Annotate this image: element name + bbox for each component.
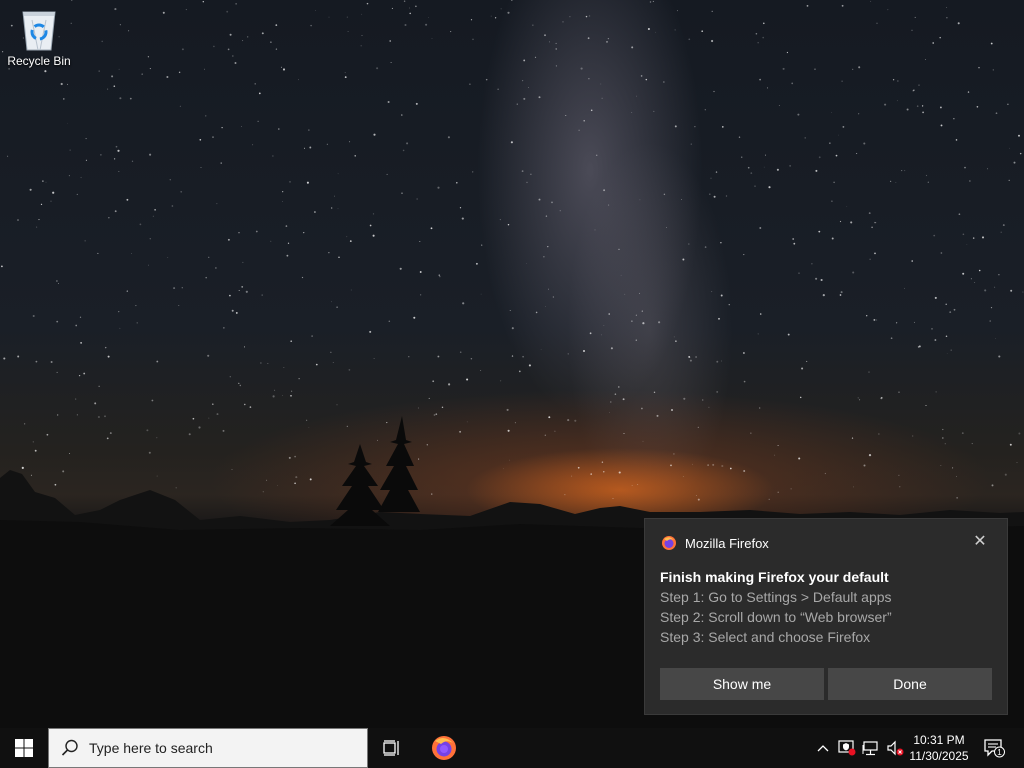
system-clock[interactable]: 10:31 PM 11/30/2025 <box>904 732 974 764</box>
taskbar: Type here to search 10:31 PM 11/30/2025 … <box>0 728 1024 768</box>
firefox-icon <box>662 536 676 550</box>
network-tray-button[interactable] <box>860 728 882 768</box>
taskbar-firefox-button[interactable] <box>422 728 466 768</box>
toast-header: Mozilla Firefox <box>661 535 769 551</box>
volume-tray-button[interactable] <box>884 728 906 768</box>
firefox-default-browser-toast: Mozilla Firefox ✕ Finish making Firefox … <box>644 518 1008 715</box>
clock-date: 11/30/2025 <box>909 749 969 763</box>
search-placeholder: Type here to search <box>89 740 213 756</box>
network-icon <box>862 741 878 756</box>
toast-step-1: Step 1: Go to Settings > Default apps <box>660 589 892 605</box>
search-icon <box>61 739 78 756</box>
windows-logo-icon <box>15 739 33 757</box>
task-view-button[interactable] <box>372 728 412 768</box>
firefox-icon <box>432 736 456 760</box>
toast-step-3: Step 3: Select and choose Firefox <box>660 629 871 645</box>
start-button[interactable] <box>0 728 48 768</box>
close-icon[interactable]: ✕ <box>971 533 989 551</box>
action-center-button[interactable]: 1 <box>980 728 1008 768</box>
notification-icon: 1 <box>984 739 1005 758</box>
show-hidden-icons-button[interactable] <box>814 728 832 768</box>
done-button[interactable]: Done <box>828 668 992 700</box>
toast-step-2: Step 2: Scroll down to “Web browser” <box>660 609 892 625</box>
show-me-button[interactable]: Show me <box>660 668 824 700</box>
notification-count: 1 <box>997 748 1002 757</box>
taskbar-search-box[interactable]: Type here to search <box>48 728 368 768</box>
toast-app-name: Mozilla Firefox <box>685 535 769 551</box>
volume-muted-icon <box>887 740 904 756</box>
clock-time: 10:31 PM <box>913 733 965 747</box>
security-icon <box>838 740 856 756</box>
chevron-up-icon <box>817 745 829 752</box>
desktop-icon-recycle-bin[interactable]: Recycle Bin <box>4 6 74 76</box>
task-view-icon <box>383 740 399 756</box>
desktop-icon-label: Recycle Bin <box>7 54 71 68</box>
toast-title: Finish making Firefox your default <box>660 569 889 585</box>
recycle-bin-icon <box>22 11 56 51</box>
security-tray-button[interactable] <box>836 728 858 768</box>
